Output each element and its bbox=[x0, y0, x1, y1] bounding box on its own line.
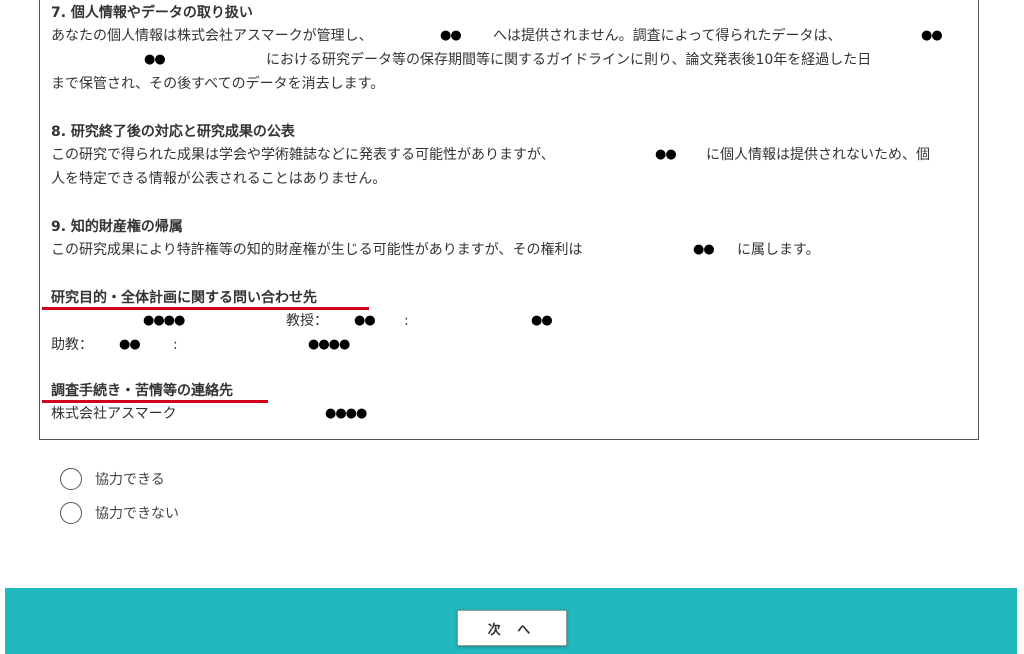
professor-label: 教授： bbox=[286, 313, 328, 329]
text: 人を特定できる情報が公表されることはありません。 bbox=[51, 171, 387, 187]
colon: : bbox=[404, 313, 409, 329]
redacted-text: ●● bbox=[440, 28, 462, 43]
redacted-text: ●● bbox=[655, 147, 677, 162]
text: この研究で得られた成果は学会や学術雑誌などに発表する可能性がありますが、 bbox=[51, 147, 555, 163]
contact-research: 研究目的・全体計画に関する問い合わせ先 ●●●● 教授： ●● : ●● 助教：… bbox=[51, 287, 968, 357]
section-7: 7. 個人情報やデータの取り扱い あなたの個人情報は株式会社アスマークが管理し、… bbox=[51, 2, 968, 96]
heading-underline bbox=[42, 307, 369, 310]
redacted-text: ●● bbox=[693, 242, 715, 257]
radio-button[interactable] bbox=[60, 502, 82, 524]
option-label: 協力できる bbox=[95, 472, 165, 488]
redacted-text: ●● bbox=[531, 313, 553, 328]
text: あなたの個人情報は株式会社アスマークが管理し、 bbox=[51, 28, 373, 44]
option-label: 協力できない bbox=[95, 506, 179, 522]
text: に個人情報は提供されないため、個 bbox=[706, 147, 930, 163]
section-heading: 9. 知的財産権の帰属 bbox=[51, 219, 183, 235]
option-cannot-cooperate[interactable]: 協力できない bbox=[60, 500, 179, 526]
assistant-label: 助教： bbox=[51, 337, 93, 353]
text: まで保管され、その後すべてのデータを消去します。 bbox=[51, 76, 385, 92]
redacted-text: ●●●● bbox=[325, 406, 367, 421]
colon: : bbox=[173, 337, 178, 353]
redacted-text: ●●●● bbox=[308, 337, 350, 352]
redacted-text: ●● bbox=[119, 337, 141, 352]
redacted-text: ●● bbox=[921, 28, 943, 43]
text: における研究データ等の保存期間等に関するガイドラインに則り、論文発表後10年を経… bbox=[266, 52, 872, 68]
contact-heading: 調査手続き・苦情等の連絡先 bbox=[51, 383, 233, 399]
contact-heading: 研究目的・全体計画に関する問い合わせ先 bbox=[51, 290, 317, 306]
section-heading: 7. 個人情報やデータの取り扱い bbox=[51, 5, 253, 21]
heading-underline bbox=[42, 400, 268, 403]
next-button[interactable]: 次 へ bbox=[457, 610, 567, 646]
radio-button[interactable] bbox=[60, 468, 82, 490]
section-9: 9. 知的財産権の帰属 この研究成果により特許権等の知的財産権が生じる可能性があ… bbox=[51, 216, 968, 262]
consent-document: 7. 個人情報やデータの取り扱い あなたの個人情報は株式会社アスマークが管理し、… bbox=[39, 0, 979, 440]
redacted-text: ●●●● bbox=[143, 313, 185, 328]
contact-procedure: 調査手続き・苦情等の連絡先 株式会社アスマーク ●●●● bbox=[51, 380, 968, 426]
option-can-cooperate[interactable]: 協力できる bbox=[60, 466, 165, 492]
text: へは提供されません。調査によって得られたデータは、 bbox=[493, 28, 842, 44]
redacted-text: ●● bbox=[144, 52, 166, 67]
section-8: 8. 研究終了後の対応と研究成果の公表 この研究で得られた成果は学会や学術雑誌な… bbox=[51, 121, 968, 191]
text: この研究成果により特許権等の知的財産権が生じる可能性がありますが、その権利は bbox=[51, 242, 583, 258]
section-heading: 8. 研究終了後の対応と研究成果の公表 bbox=[51, 124, 295, 140]
redacted-text: ●● bbox=[354, 313, 376, 328]
text: に属します。 bbox=[737, 242, 820, 258]
company-name: 株式会社アスマーク bbox=[51, 406, 177, 422]
